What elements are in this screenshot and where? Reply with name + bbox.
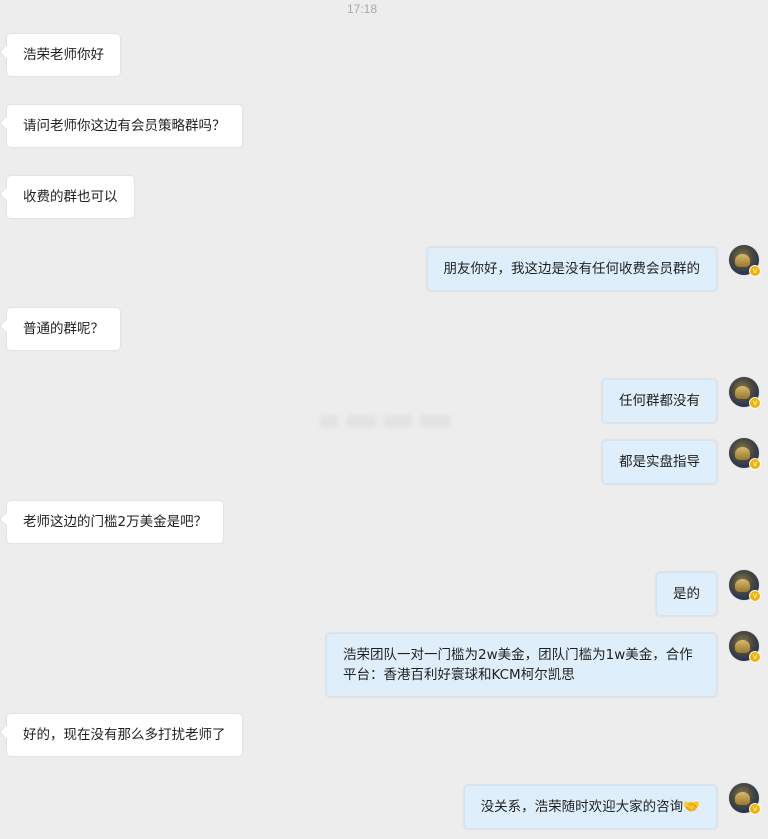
verified-badge-icon: v [749,265,761,277]
chat-timestamp: 17:18 [346,2,378,16]
user-avatar[interactable]: v [729,377,761,409]
avatar-figure [735,640,750,653]
user-avatar[interactable]: v [729,783,761,815]
avatar-figure [735,447,750,460]
outgoing-message-bubble[interactable]: 都是实盘指导 [602,440,717,484]
incoming-message-bubble[interactable]: 浩荣老师你好 [7,34,120,76]
avatar-figure [735,254,750,267]
incoming-message-bubble[interactable]: 好的，现在没有那么多打扰老师了 [7,714,242,756]
user-avatar[interactable]: v [729,570,761,602]
verified-badge-icon: v [749,803,761,815]
verified-badge-icon: v [749,651,761,663]
user-avatar[interactable]: v [729,438,761,470]
user-avatar[interactable]: v [729,631,761,663]
incoming-message-bubble[interactable]: 收费的群也可以 [7,176,134,218]
avatar-figure [735,579,750,592]
outgoing-message-bubble[interactable]: 任何群都没有 [602,379,717,423]
user-avatar[interactable]: v [729,245,761,277]
incoming-message-bubble[interactable]: 请问老师你这边有会员策略群吗？ [7,105,242,147]
outgoing-message-bubble[interactable]: 没关系，浩荣随时欢迎大家的咨询🤝 [463,785,717,829]
verified-badge-icon: v [749,458,761,470]
outgoing-message-bubble[interactable]: 浩荣团队一对一门槛为2w美金，团队门槛为1w美金，合作平台：香港百利好寰球和KC… [326,633,717,697]
verified-badge-icon: v [749,590,761,602]
avatar-figure [735,386,750,399]
outgoing-message-bubble[interactable]: 朋友你好，我这边是没有任何收费会员群的 [426,247,717,291]
outgoing-message-bubble[interactable]: 是的 [656,572,717,616]
avatar-figure [735,792,750,805]
incoming-message-bubble[interactable]: 老师这边的门槛2万美金是吧？ [7,501,224,543]
blurred-watermark [320,412,452,430]
incoming-message-bubble[interactable]: 普通的群呢？ [7,308,120,350]
verified-badge-icon: v [749,397,761,409]
